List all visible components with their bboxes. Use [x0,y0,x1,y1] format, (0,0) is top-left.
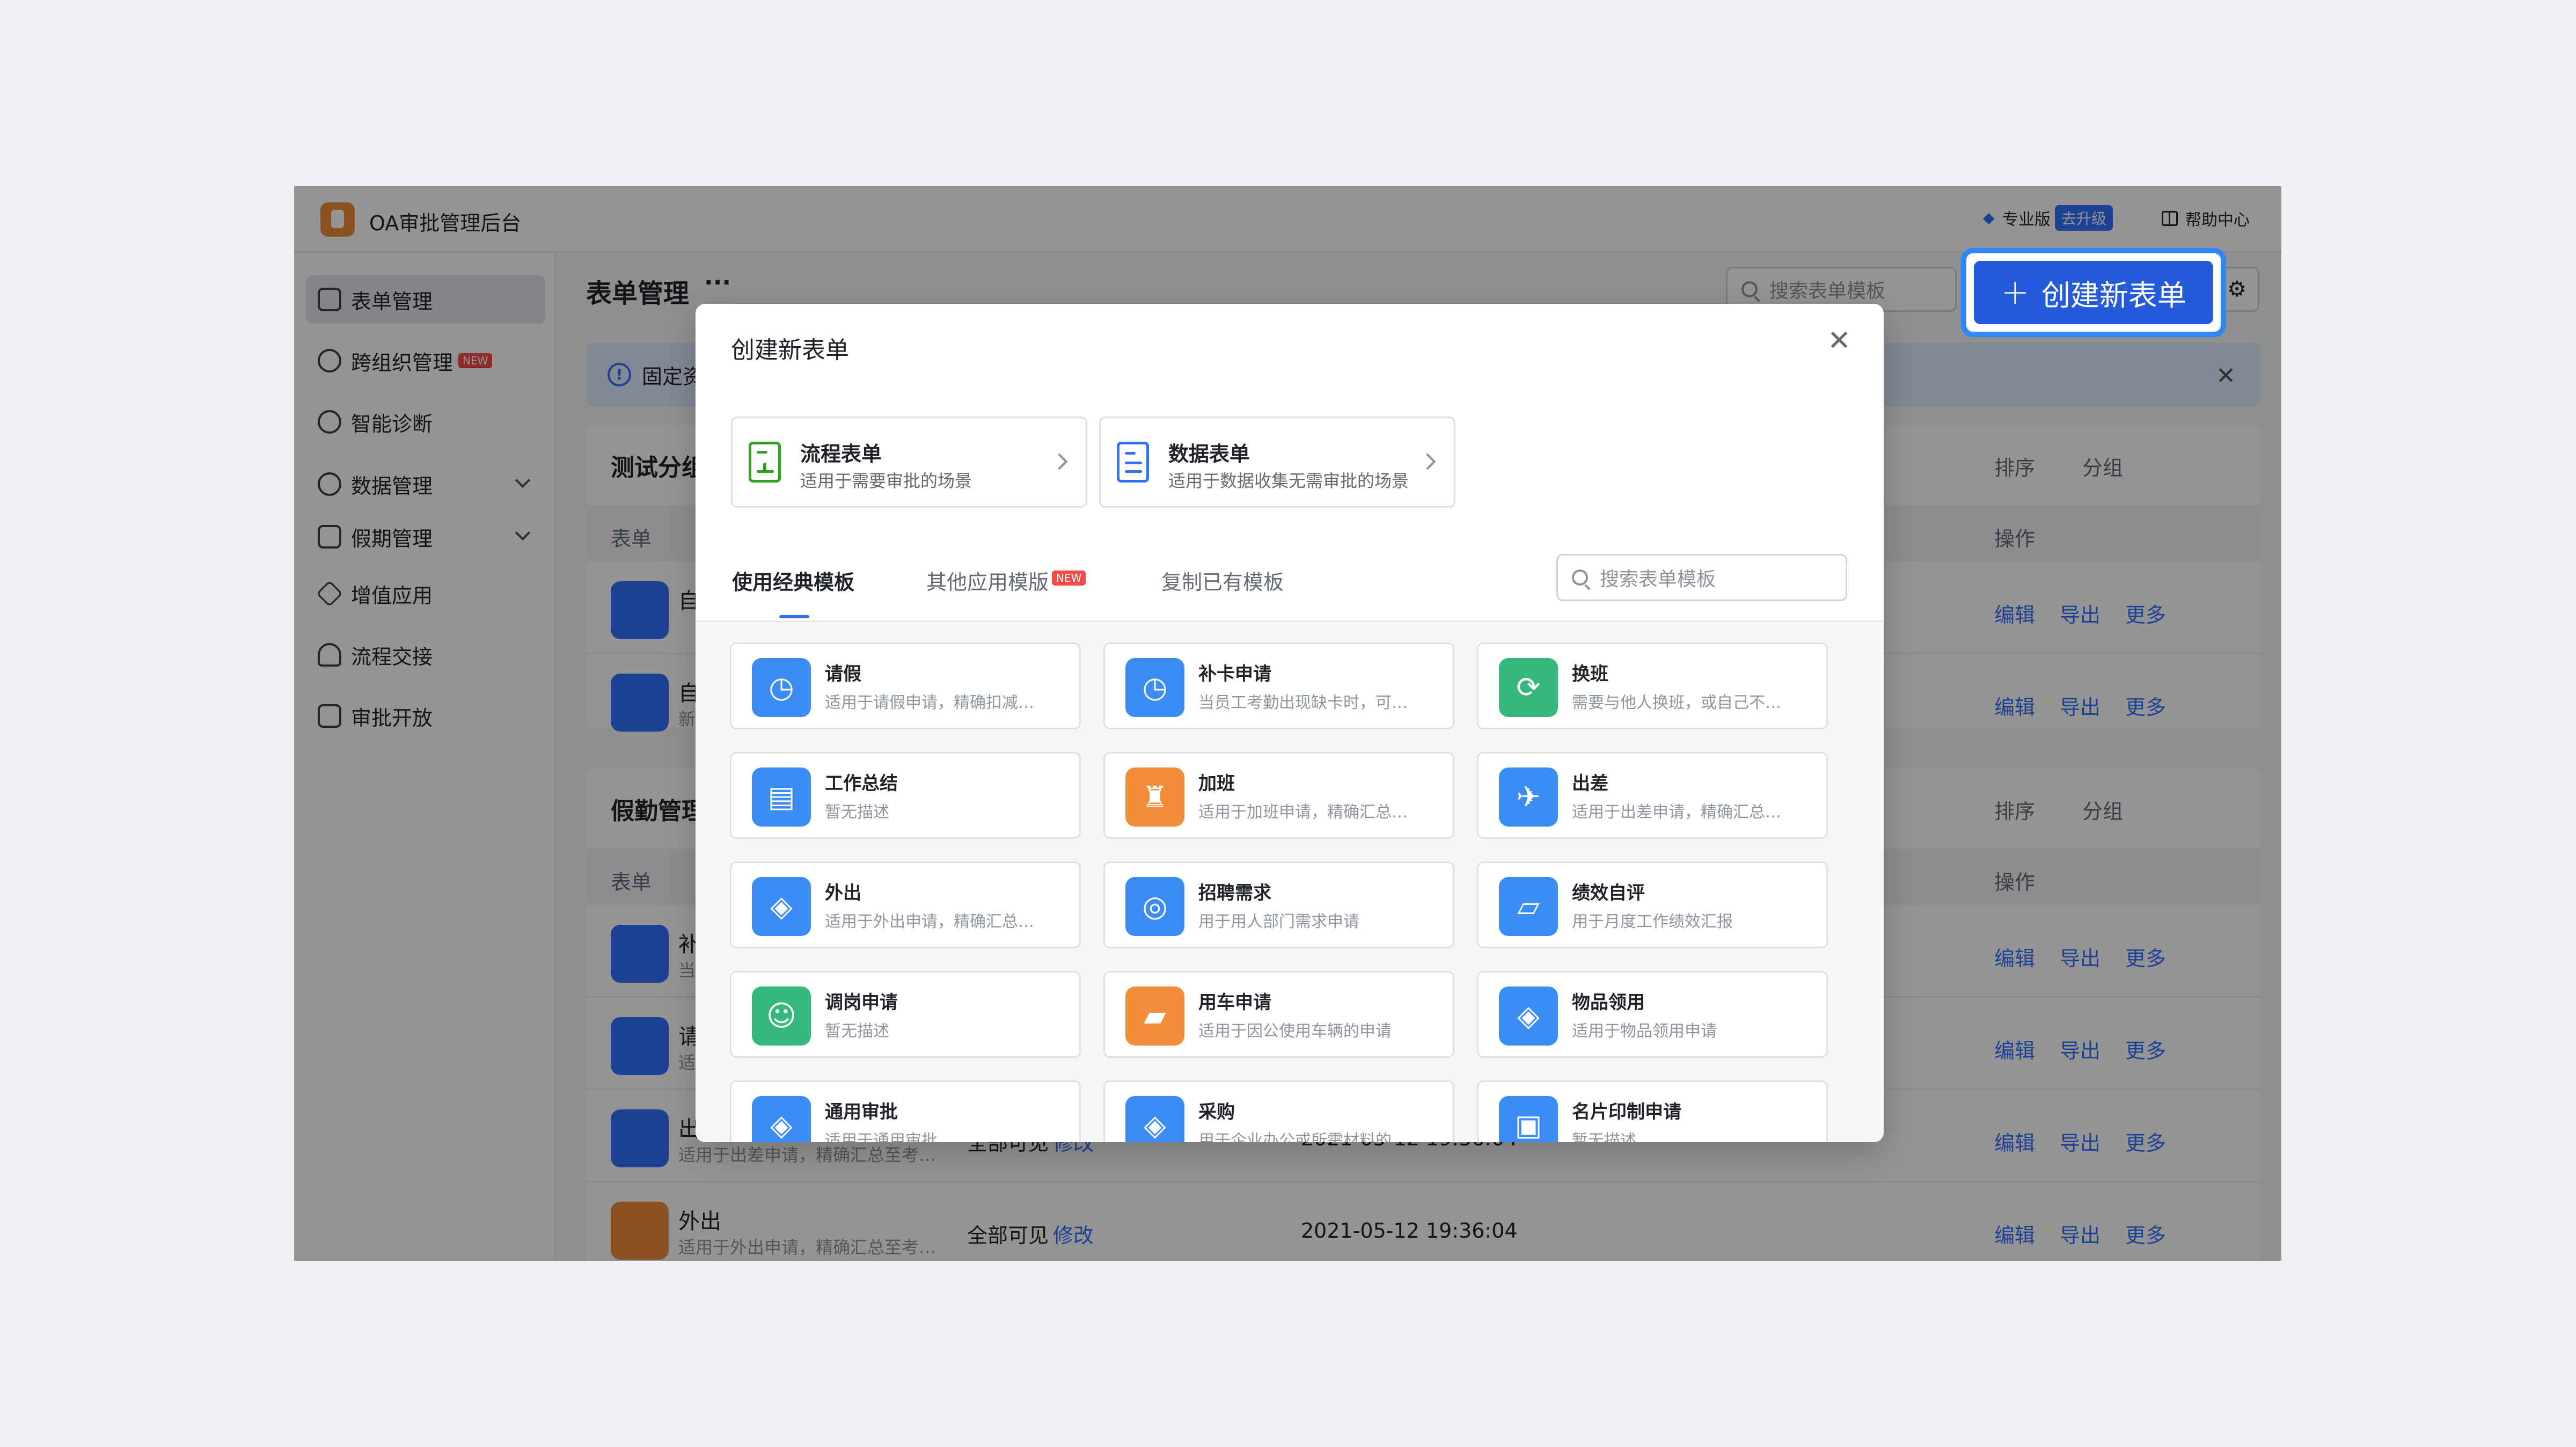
template-desc: 适用于物品领用申请 [1572,1022,1717,1041]
template-card-shift-swap[interactable]: ⟳ 换班 需要与他人换班，或自己不… [1477,642,1828,729]
template-card-work-summary[interactable]: ▤ 工作总结 暂无描述 [730,752,1081,839]
tag-icon: ◈ [752,877,811,936]
template-desc: 适用于通用审批 [825,1131,938,1142]
template-desc: 适用于因公使用车辆的申请 [1198,1022,1392,1041]
search-icon [1572,569,1588,586]
template-desc: 需要与他人换班，或自己不… [1572,693,1781,712]
template-desc: 暂无描述 [825,803,889,822]
process-form-title: 流程表单 [800,442,882,466]
template-name: 外出 [825,882,861,904]
template-card-overtime[interactable]: ♜ 加班 适用于加班申请，精确汇总… [1103,752,1454,839]
headset-icon: ◎ [1125,877,1184,936]
clock-icon: ◷ [752,658,811,717]
template-desc: 适用于出差申请，精确汇总… [1572,803,1781,822]
new-badge: NEW [1052,571,1086,586]
template-card-performance[interactable]: ▱ 绩效自评 用于月度工作绩效汇报 [1477,861,1828,948]
template-card-outing[interactable]: ◈ 外出 适用于外出申请，精确汇总… [730,861,1081,948]
template-name: 调岗申请 [825,992,898,1013]
template-card-business-trip[interactable]: ✈ 出差 适用于出差申请，精确汇总… [1477,752,1828,839]
tab-classic-templates[interactable]: 使用经典模板 [732,566,854,595]
data-form-card[interactable]: 数据表单 适用于数据收集无需审批的场景 [1099,416,1455,508]
tab-label: 其他应用模版 [926,571,1049,594]
chevron-right-icon [1419,453,1436,470]
tag-icon: ◈ [1499,986,1558,1046]
create-form-button[interactable]: + 创建新表单 [1974,261,2213,324]
chevron-right-icon [1051,453,1068,470]
template-name: 用车申请 [1198,992,1271,1013]
template-card-purchase[interactable]: ◈ 采购 用于企业办公或所需材料的… [1103,1080,1454,1142]
template-desc: 用于月度工作绩效汇报 [1572,912,1733,931]
tab-other-app-templates[interactable]: 其他应用模版 NEW [926,566,1086,595]
template-name: 采购 [1198,1101,1235,1123]
template-name: 招聘需求 [1198,882,1271,904]
create-form-highlight: + 创建新表单 [1961,248,2226,337]
template-grid: ◷ 请假 适用于请假申请，精确扣减… ◷ 补卡申请 当员工考勤出现缺卡时，可… … [696,620,1884,1142]
template-name: 换班 [1572,663,1608,685]
data-form-title: 数据表单 [1168,442,1250,466]
template-desc: 暂无描述 [825,1022,889,1041]
template-card-recruitment[interactable]: ◎ 招聘需求 用于用人部门需求申请 [1103,861,1454,948]
plus-icon: + [2001,273,2030,312]
template-card-general[interactable]: ◈ 通用审批 适用于通用审批 [730,1080,1081,1142]
template-card-transfer[interactable]: ☺ 调岗申请 暂无描述 [730,971,1081,1058]
desk-lamp-icon: ♜ [1125,768,1184,827]
tag-icon: ◈ [752,1096,811,1142]
template-card-item-requisition[interactable]: ◈ 物品领用 适用于物品领用申请 [1477,971,1828,1058]
tab-copy-existing[interactable]: 复制已有模板 [1161,566,1284,595]
process-form-card[interactable]: 流程表单 适用于需要审批的场景 [731,416,1087,508]
template-name: 工作总结 [825,773,898,794]
document-icon: ▤ [752,768,811,827]
clock-icon: ◷ [1125,658,1184,717]
id-card-icon: ▣ [1499,1096,1558,1142]
close-icon[interactable]: ✕ [1826,327,1853,355]
template-name: 物品领用 [1572,992,1645,1013]
data-form-desc: 适用于数据收集无需审批的场景 [1168,471,1409,491]
process-form-desc: 适用于需要审批的场景 [800,471,972,491]
template-desc: 适用于加班申请，精确汇总… [1198,803,1408,822]
template-desc: 适用于外出申请，精确汇总… [825,912,1034,931]
tag-icon: ◈ [1125,1096,1184,1142]
template-desc: 暂无描述 [1572,1131,1636,1142]
template-name: 通用审批 [825,1101,898,1123]
template-name: 绩效自评 [1572,882,1645,904]
create-form-modal: 创建新表单 ✕ 流程表单 适用于需要审批的场景 数据表单 适用于数据收集无需审批… [696,304,1884,1142]
template-desc: 用于用人部门需求申请 [1198,912,1359,931]
data-form-icon [1117,442,1151,485]
template-search-input[interactable]: 搜索表单模板 [1556,554,1847,601]
template-card-punch-fix[interactable]: ◷ 补卡申请 当员工考勤出现缺卡时，可… [1103,642,1454,729]
chart-icon: ▱ [1499,877,1558,936]
template-name: 出差 [1572,773,1608,794]
template-card-business-card[interactable]: ▣ 名片印制申请 暂无描述 [1477,1080,1828,1142]
user-transfer-icon: ☺ [752,986,811,1046]
swap-user-icon: ⟳ [1499,658,1558,717]
template-name: 请假 [825,663,861,685]
template-name: 补卡申请 [1198,663,1271,685]
modal-title: 创建新表单 [731,337,849,364]
template-name: 加班 [1198,773,1235,794]
template-name: 名片印制申请 [1572,1101,1681,1123]
template-desc: 适用于请假申请，精确扣减… [825,693,1034,712]
search-placeholder: 搜索表单模板 [1600,568,1716,590]
template-desc: 用于企业办公或所需材料的… [1198,1131,1408,1142]
template-desc: 当员工考勤出现缺卡时，可… [1198,693,1408,712]
template-card-leave[interactable]: ◷ 请假 适用于请假申请，精确扣减… [730,642,1081,729]
car-icon: ▰ [1125,986,1184,1046]
active-tab-indicator [779,615,809,618]
create-form-label: 创建新表单 [2041,278,2186,312]
template-card-vehicle[interactable]: ▰ 用车申请 适用于因公使用车辆的申请 [1103,971,1454,1058]
plane-icon: ✈ [1499,768,1558,827]
process-form-icon [749,442,783,485]
